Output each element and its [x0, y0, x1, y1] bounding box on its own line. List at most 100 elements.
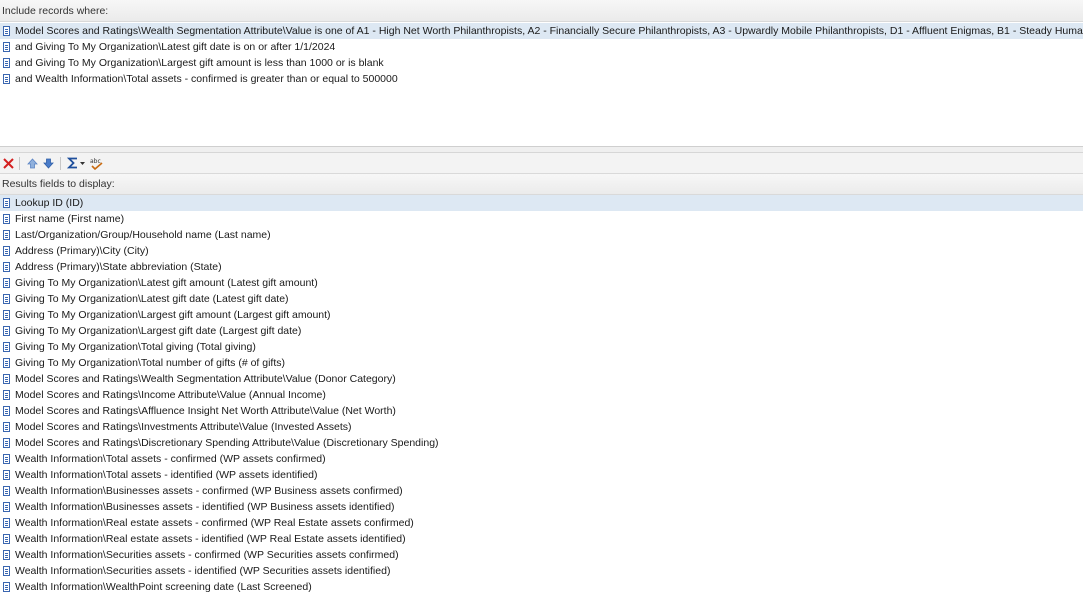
- field-document-icon: [3, 374, 10, 384]
- results-field-row[interactable]: Giving To My Organization\Latest gift am…: [0, 275, 1083, 291]
- results-field-row[interactable]: Giving To My Organization\Largest gift d…: [0, 323, 1083, 339]
- move-down-icon[interactable]: [41, 154, 55, 172]
- results-field-row[interactable]: Giving To My Organization\Largest gift a…: [0, 307, 1083, 323]
- results-field-row[interactable]: Model Scores and Ratings\Investments Att…: [0, 419, 1083, 435]
- results-field-text: Wealth Information\Businesses assets - i…: [15, 501, 395, 513]
- results-field-text: Giving To My Organization\Total number o…: [15, 357, 286, 369]
- results-field-row[interactable]: Wealth Information\Total assets - confir…: [0, 451, 1083, 467]
- criteria-list[interactable]: Model Scores and Ratings\Wealth Segmenta…: [0, 22, 1083, 146]
- field-document-icon: [3, 502, 10, 512]
- results-list[interactable]: Lookup ID (ID) First name (First name) Las…: [0, 195, 1083, 595]
- results-field-text: Wealth Information\Total assets - identi…: [15, 469, 318, 481]
- results-field-row[interactable]: Wealth Information\Real estate assets - …: [0, 531, 1083, 547]
- criteria-row[interactable]: and Giving To My Organization\Largest gi…: [0, 55, 1083, 71]
- field-document-icon: [3, 342, 10, 352]
- results-field-row[interactable]: Model Scores and Ratings\Affluence Insig…: [0, 403, 1083, 419]
- results-field-row[interactable]: Model Scores and Ratings\Discretionary S…: [0, 435, 1083, 451]
- field-document-icon: [3, 486, 10, 496]
- results-field-row[interactable]: First name (First name): [0, 211, 1083, 227]
- results-field-text: Address (Primary)\State abbreviation (St…: [15, 261, 222, 273]
- results-field-text: Wealth Information\Real estate assets - …: [15, 517, 414, 529]
- field-document-icon: [3, 198, 10, 208]
- field-document-icon: [3, 422, 10, 432]
- field-document-icon: [3, 358, 10, 368]
- results-field-text: Wealth Information\Securities assets - c…: [15, 549, 399, 561]
- criteria-text: and Wealth Information\Total assets - co…: [15, 73, 398, 85]
- field-document-icon: [3, 42, 10, 52]
- results-header: Results fields to display:: [0, 174, 1083, 195]
- field-document-icon: [3, 566, 10, 576]
- field-document-icon: [3, 230, 10, 240]
- move-up-icon[interactable]: [25, 154, 39, 172]
- field-document-icon: [3, 74, 10, 84]
- field-document-icon: [3, 246, 10, 256]
- field-document-icon: [3, 454, 10, 464]
- delete-icon[interactable]: [2, 154, 14, 172]
- panel-splitter[interactable]: [0, 146, 1083, 153]
- results-field-text: Model Scores and Ratings\Investments Att…: [15, 421, 352, 433]
- results-field-row[interactable]: Giving To My Organization\Total number o…: [0, 355, 1083, 371]
- field-document-icon: [3, 518, 10, 528]
- results-field-text: Giving To My Organization\Largest gift a…: [15, 309, 331, 321]
- field-document-icon: [3, 534, 10, 544]
- results-field-text: Model Scores and Ratings\Income Attribut…: [15, 389, 326, 401]
- results-field-text: Giving To My Organization\Latest gift da…: [15, 293, 289, 305]
- results-field-row[interactable]: Wealth Information\Real estate assets - …: [0, 515, 1083, 531]
- toolbar-separator: [19, 156, 20, 170]
- results-field-text: First name (First name): [15, 213, 125, 225]
- results-field-row[interactable]: Giving To My Organization\Latest gift da…: [0, 291, 1083, 307]
- results-field-text: Wealth Information\Real estate assets - …: [15, 533, 406, 545]
- results-panel: Results fields to display: Lookup ID (ID…: [0, 174, 1083, 595]
- results-field-row[interactable]: Wealth Information\Businesses assets - c…: [0, 483, 1083, 499]
- results-field-text: Model Scores and Ratings\Affluence Insig…: [15, 405, 396, 417]
- spell-check-icon[interactable]: abc: [88, 154, 104, 172]
- field-document-icon: [3, 550, 10, 560]
- field-document-icon: [3, 278, 10, 288]
- results-field-text: Wealth Information\WealthPoint screening…: [15, 581, 312, 593]
- results-field-text: Giving To My Organization\Latest gift am…: [15, 277, 318, 289]
- results-field-row[interactable]: Lookup ID (ID): [0, 195, 1083, 211]
- results-field-text: Wealth Information\Total assets - confir…: [15, 453, 326, 465]
- results-field-row[interactable]: Address (Primary)\State abbreviation (St…: [0, 259, 1083, 275]
- field-document-icon: [3, 26, 10, 36]
- field-document-icon: [3, 294, 10, 304]
- field-document-icon: [3, 438, 10, 448]
- criteria-text: Model Scores and Ratings\Wealth Segmenta…: [15, 25, 1083, 37]
- toolbar-separator: [60, 156, 61, 170]
- field-document-icon: [3, 326, 10, 336]
- results-field-row[interactable]: Wealth Information\Securities assets - i…: [0, 563, 1083, 579]
- results-field-text: Address (Primary)\City (City): [15, 245, 149, 257]
- field-document-icon: [3, 406, 10, 416]
- field-document-icon: [3, 310, 10, 320]
- results-field-row[interactable]: Model Scores and Ratings\Wealth Segmenta…: [0, 371, 1083, 387]
- results-field-row[interactable]: Wealth Information\Total assets - identi…: [0, 467, 1083, 483]
- field-document-icon: [3, 390, 10, 400]
- results-field-row[interactable]: Wealth Information\Businesses assets - i…: [0, 499, 1083, 515]
- results-field-row[interactable]: Address (Primary)\City (City): [0, 243, 1083, 259]
- results-field-text: Lookup ID (ID): [15, 197, 84, 209]
- summary-sigma-icon[interactable]: [66, 154, 86, 172]
- results-field-text: Last/Organization/Group/Household name (…: [15, 229, 271, 241]
- criteria-text: and Giving To My Organization\Latest gif…: [15, 41, 336, 53]
- results-field-text: Giving To My Organization\Total giving (…: [15, 341, 256, 353]
- results-field-row[interactable]: Wealth Information\WealthPoint screening…: [0, 579, 1083, 595]
- criteria-row[interactable]: and Wealth Information\Total assets - co…: [0, 71, 1083, 87]
- criteria-text: and Giving To My Organization\Largest gi…: [15, 57, 384, 69]
- results-field-text: Model Scores and Ratings\Wealth Segmenta…: [15, 373, 396, 385]
- results-field-text: Giving To My Organization\Largest gift d…: [15, 325, 302, 337]
- results-field-row[interactable]: Last/Organization/Group/Household name (…: [0, 227, 1083, 243]
- results-field-row[interactable]: Model Scores and Ratings\Income Attribut…: [0, 387, 1083, 403]
- field-document-icon: [3, 58, 10, 68]
- criteria-header: Include records where:: [0, 0, 1083, 22]
- field-document-icon: [3, 582, 10, 592]
- criteria-row[interactable]: Model Scores and Ratings\Wealth Segmenta…: [0, 23, 1083, 39]
- criteria-row[interactable]: and Giving To My Organization\Latest gif…: [0, 39, 1083, 55]
- field-document-icon: [3, 214, 10, 224]
- results-field-row[interactable]: Wealth Information\Securities assets - c…: [0, 547, 1083, 563]
- field-document-icon: [3, 470, 10, 480]
- criteria-panel: Include records where: Model Scores and …: [0, 0, 1083, 146]
- results-field-row[interactable]: Giving To My Organization\Total giving (…: [0, 339, 1083, 355]
- results-field-text: Wealth Information\Businesses assets - c…: [15, 485, 403, 497]
- results-field-text: Wealth Information\Securities assets - i…: [15, 565, 391, 577]
- svg-text:abc: abc: [90, 158, 101, 165]
